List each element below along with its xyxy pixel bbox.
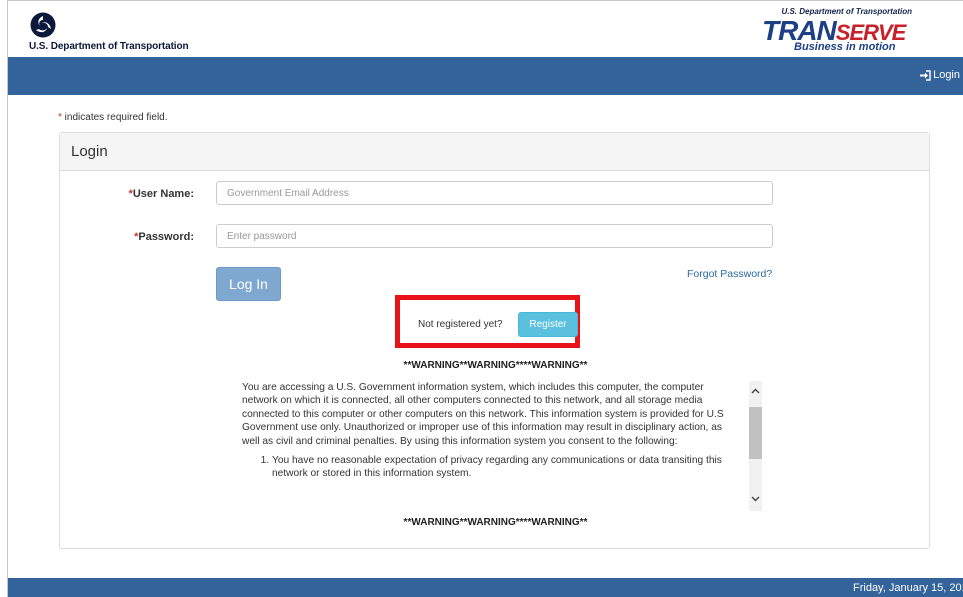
sign-in-icon: [920, 69, 931, 81]
warning-text: You are accessing a U.S. Government info…: [242, 381, 742, 481]
panel-title: Login: [60, 133, 929, 171]
login-panel: Login *User Name: *Password: Log In Forg…: [59, 132, 930, 549]
warning-footer-title: **WARNING**WARNING****WARNING**: [403, 517, 588, 528]
register-button[interactable]: Register: [518, 312, 578, 337]
forgot-password-link[interactable]: Forgot Password?: [687, 268, 772, 280]
password-label-text: Password:: [138, 231, 194, 243]
dot-logo-icon: [30, 12, 56, 38]
nav-login-label: Login: [933, 69, 960, 81]
transerve-logo: U.S. Department of Transportation TRANSE…: [758, 5, 916, 55]
warning-scrollbar[interactable]: [749, 381, 762, 511]
not-registered-text: Not registered yet?: [418, 319, 503, 330]
warning-list-item: You have no reasonable expectation of pr…: [272, 454, 742, 481]
footer-date: Friday, January 15, 2016: [853, 582, 963, 594]
password-label: *Password:: [74, 231, 194, 243]
nav-login-link[interactable]: Login: [920, 69, 960, 81]
site-footer: Friday, January 15, 2016: [8, 578, 963, 597]
page: U.S. Department of Transportation U.S. D…: [7, 0, 963, 597]
scroll-up-icon[interactable]: [750, 386, 761, 397]
username-input[interactable]: [216, 181, 773, 205]
site-header: U.S. Department of Transportation U.S. D…: [8, 1, 963, 57]
warning-title: **WARNING**WARNING****WARNING**: [403, 360, 588, 371]
scroll-down-icon[interactable]: [750, 493, 761, 504]
required-note-text: indicates required field.: [61, 112, 168, 123]
username-label-text: User Name:: [132, 188, 194, 200]
login-button[interactable]: Log In: [216, 267, 281, 301]
warning-list: You have no reasonable expectation of pr…: [242, 454, 742, 481]
top-navbar: Login: [8, 57, 963, 95]
transerve-tagline: Business in motion: [794, 41, 896, 53]
password-input[interactable]: [216, 224, 773, 248]
warning-body: You are accessing a U.S. Government info…: [242, 382, 724, 447]
required-field-note: * indicates required field.: [58, 112, 168, 123]
username-label: *User Name:: [74, 188, 194, 200]
register-highlight-box: Not registered yet? Register: [395, 295, 580, 348]
scrollbar-thumb[interactable]: [749, 407, 762, 459]
agency-name: U.S. Department of Transportation: [29, 41, 189, 52]
warning-text-box[interactable]: You are accessing a U.S. Government info…: [242, 381, 763, 511]
